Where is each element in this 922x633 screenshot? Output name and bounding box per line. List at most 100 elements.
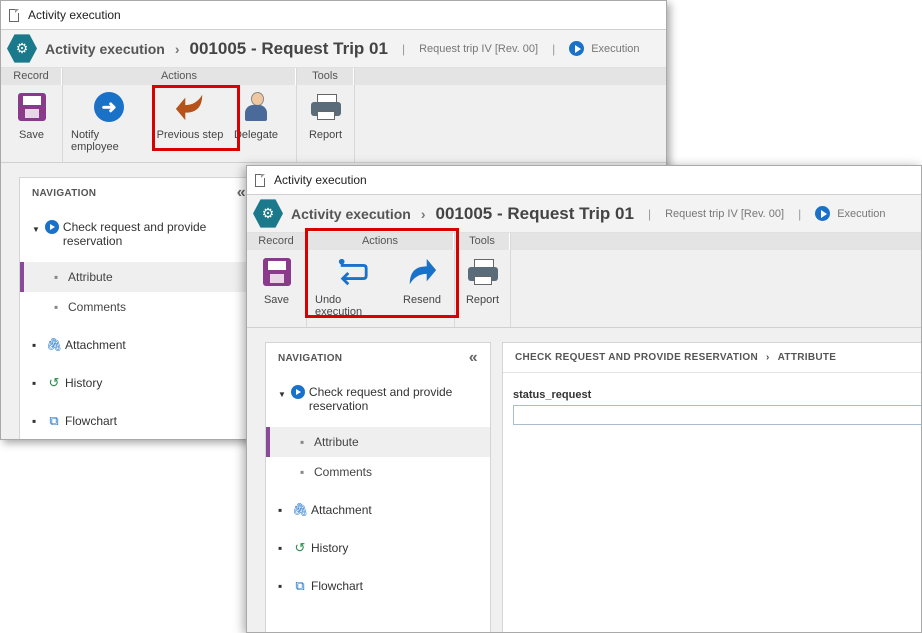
nav-item-comments[interactable]: ▪ Comments — [266, 457, 490, 491]
group-label: Actions — [63, 68, 296, 85]
chevron-right-icon: › — [174, 40, 180, 57]
nav-item-activity[interactable]: ▼ Check request and provide reservation — [266, 373, 490, 419]
nav-activity-label: Check request and provide reservation — [62, 220, 207, 248]
document-icon — [255, 173, 265, 187]
report-button-label: Report — [465, 294, 500, 306]
nav-item-activity[interactable]: ▼ Check request and provide reservation — [20, 208, 258, 254]
report-button[interactable]: Report — [305, 91, 346, 141]
group-label: Record — [247, 233, 306, 250]
group-label: Record — [1, 68, 62, 85]
report-button[interactable]: Report — [462, 256, 503, 306]
collapse-icon[interactable]: « — [237, 184, 246, 202]
nav-flowchart-label: Flowchart — [311, 579, 364, 593]
save-button-label: Save — [263, 294, 290, 306]
nav-item-flowchart[interactable]: ▪ ⧉ Flowchart — [20, 402, 258, 434]
nav-item-attachment[interactable]: ▪ 🖇 Attachment — [20, 326, 258, 364]
nav-item-comments[interactable]: ▪ Comments — [20, 292, 258, 326]
header-title: Activity execution — [45, 40, 165, 57]
nav-comments-label: Comments — [314, 465, 373, 479]
header-status-label: Execution — [837, 207, 886, 220]
delegate-button[interactable]: Delegate — [229, 91, 283, 141]
navigation-title: NAVIGATION — [278, 352, 343, 364]
flowchart-icon: ⧉ — [49, 413, 59, 428]
bullet-icon: ▪ — [300, 465, 305, 479]
caret-down-icon: ▼ — [278, 390, 286, 399]
group-label: Tools — [455, 233, 510, 250]
nav-item-flowchart[interactable]: ▪ ⧉ Flowchart — [266, 567, 490, 599]
ribbon-group-actions: Actions ➜ Notify employee Previous step — [63, 68, 297, 162]
ribbon-group-record: Record Save — [247, 233, 307, 327]
nav-comments-label: Comments — [68, 300, 127, 314]
nav-history-label: History — [65, 376, 103, 390]
flowchart-icon: ⧉ — [295, 578, 305, 593]
save-button[interactable]: Save — [257, 256, 297, 306]
header-separator: | — [798, 206, 802, 221]
person-icon — [243, 92, 269, 122]
ribbon: Record Save Actions Undo execution Resen… — [247, 233, 921, 328]
window-title: Activity execution — [28, 8, 121, 22]
header-status: Execution — [569, 41, 640, 56]
printer-icon — [467, 259, 498, 285]
printer-icon — [310, 94, 341, 120]
breadcrumb-activity: CHECK REQUEST AND PROVIDE RESERVATION — [515, 352, 758, 363]
front-window: Activity execution ⚙ Activity execution … — [246, 165, 922, 633]
ribbon-group-tools: Tools Report — [297, 68, 355, 162]
header-code: 001005 - Request Trip 01 — [189, 38, 388, 58]
navigation-header: NAVIGATION « — [266, 343, 490, 373]
nav-item-attribute[interactable]: ▪ Attribute — [20, 262, 258, 292]
paperclip-icon: 🖇 — [291, 502, 309, 517]
status-request-input[interactable] — [513, 405, 921, 425]
report-button-label: Report — [308, 129, 343, 141]
forward-arrow-icon — [409, 258, 437, 285]
resend-button-label: Resend — [403, 294, 441, 306]
group-label: Actions — [307, 233, 454, 250]
status-request-label: status_request — [513, 389, 592, 401]
save-icon — [17, 93, 46, 121]
nav-history-label: History — [311, 541, 349, 555]
bullet-icon: ▪ — [54, 300, 59, 314]
previous-step-button[interactable]: Previous step — [151, 91, 229, 141]
undo-button-label: Undo execution — [315, 294, 363, 318]
resend-button[interactable]: Resend — [395, 256, 449, 306]
undo-icon — [338, 258, 368, 286]
group-label: Tools — [297, 68, 354, 85]
nav-attachment-label: Attachment — [311, 503, 372, 517]
page-header: ⚙ Activity execution › 001005 - Request … — [247, 195, 921, 233]
window-titlebar: Activity execution — [1, 1, 666, 30]
delegate-button-label: Delegate — [233, 129, 279, 141]
nav-item-attribute[interactable]: ▪ Attribute — [266, 427, 490, 457]
header-title: Activity execution — [291, 205, 411, 222]
window-titlebar: Activity execution — [247, 166, 921, 195]
notify-button-label: Notify employee — [71, 129, 119, 153]
nav-item-attachment[interactable]: ▪ 🖇 Attachment — [266, 491, 490, 529]
paperclip-icon: 🖇 — [45, 337, 63, 352]
caret-down-icon: ▼ — [32, 225, 40, 234]
header-status: Execution — [815, 206, 886, 221]
ribbon-group-tools: Tools Report — [455, 233, 511, 327]
bullet-icon: ▪ — [32, 376, 37, 390]
header-separator: | — [552, 41, 556, 56]
navigation-title: NAVIGATION — [32, 187, 97, 199]
header-separator: | — [401, 41, 406, 56]
nav-flowchart-label: Flowchart — [65, 414, 118, 428]
header-code: 001005 - Request Trip 01 — [435, 203, 634, 223]
bullet-icon: ▪ — [32, 414, 37, 428]
nav-item-history[interactable]: ▪ ↺ History — [266, 529, 490, 567]
header-separator: | — [647, 206, 652, 221]
breadcrumb-section: ATTRIBUTE — [777, 352, 837, 363]
notify-employee-button[interactable]: ➜ Notify employee — [67, 91, 151, 153]
save-button-label: Save — [18, 129, 45, 141]
collapse-icon[interactable]: « — [469, 349, 478, 367]
undo-execution-button[interactable]: Undo execution — [311, 256, 395, 318]
nav-attribute-label: Attribute — [314, 435, 359, 449]
nav-item-history[interactable]: ▪ ↺ History — [20, 364, 258, 402]
gears-icon: ⚙ — [253, 199, 283, 228]
play-icon — [290, 385, 305, 399]
play-icon — [569, 41, 585, 56]
header-revision: Request trip IV [Rev. 00] — [665, 207, 785, 220]
play-icon — [44, 220, 59, 234]
nav-attribute-label: Attribute — [68, 270, 113, 284]
navigation-header: NAVIGATION « — [20, 178, 258, 208]
save-button[interactable]: Save — [12, 91, 52, 141]
navigation-panel: NAVIGATION « ▼ Check request and provide… — [19, 177, 259, 439]
